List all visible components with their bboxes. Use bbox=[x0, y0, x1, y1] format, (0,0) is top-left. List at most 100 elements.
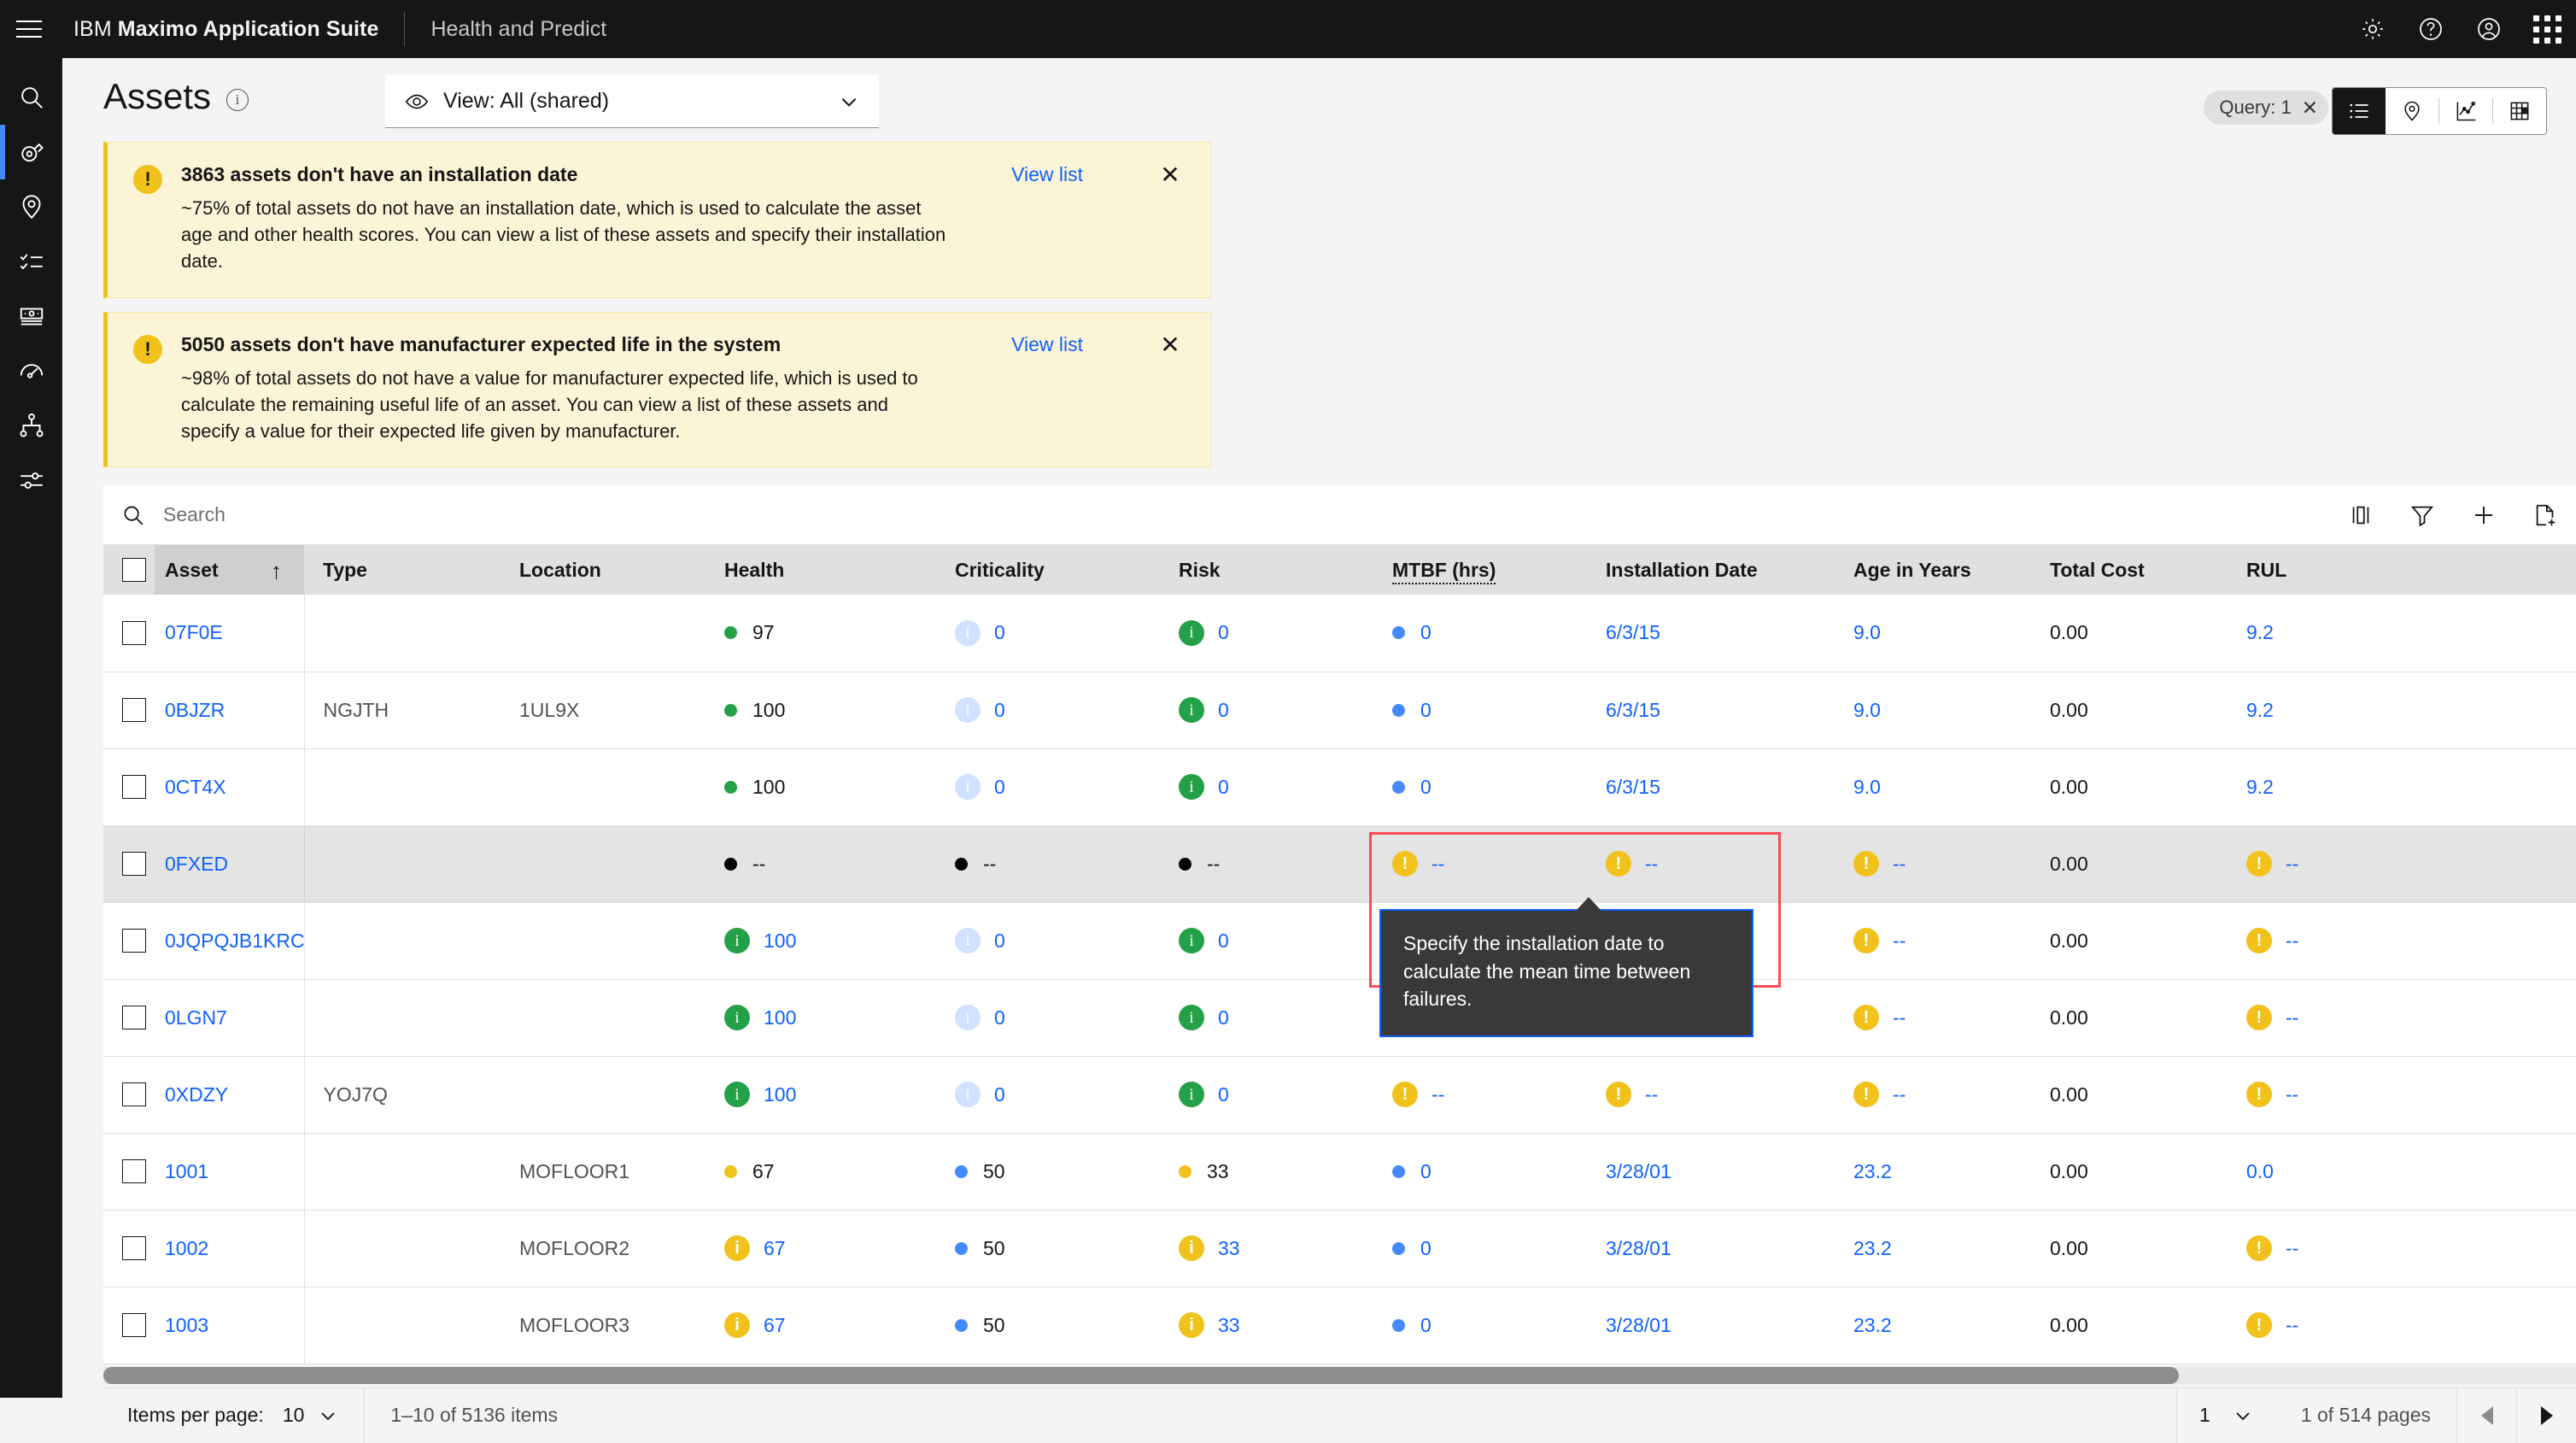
risk-value[interactable]: 0 bbox=[1218, 621, 1229, 644]
criticality-value[interactable]: 0 bbox=[994, 621, 1005, 644]
installation-date-value[interactable]: 6/3/15 bbox=[1606, 699, 1660, 722]
age-warning-icon[interactable]: ! bbox=[1853, 1082, 1879, 1107]
rul-warning-icon[interactable]: ! bbox=[2246, 1082, 2272, 1107]
mtbf-value[interactable]: -- bbox=[1431, 853, 1444, 876]
table-row[interactable]: 1002 MOFLOOR2 i 67 50 i 33 0 3/28/01 23.2 0.00! -- bbox=[103, 1210, 2576, 1288]
user-avatar-icon[interactable] bbox=[2460, 0, 2518, 58]
sidebar-item-search[interactable] bbox=[0, 70, 62, 125]
table-row[interactable]: 0LGN7i100i0i0!--!--!--0.00!-- bbox=[103, 979, 2576, 1057]
table-row[interactable]: 07F0E 97 i 0 i 0 0 6/3/15 9.0 0.00 9.2 bbox=[103, 595, 2576, 672]
table-row[interactable]: 1001 MOFLOOR1 67 50 33 0 3/28/01 23.2 0.00 0.0 bbox=[103, 1133, 2576, 1211]
criticality-info-icon[interactable]: i bbox=[955, 697, 981, 723]
risk-info-icon[interactable]: i bbox=[1179, 619, 1204, 646]
table-row[interactable]: 0CT4X 100 i 0 i 0 0 6/3/15 9.0 0.00 9.2 bbox=[103, 748, 2576, 826]
installation-date-value[interactable]: -- bbox=[1645, 853, 1658, 876]
asset-link[interactable]: 1001 bbox=[165, 1160, 208, 1182]
rul-value[interactable]: 0.0 bbox=[2246, 1160, 2274, 1183]
previous-page-button[interactable] bbox=[2456, 1387, 2516, 1443]
health-value[interactable]: 67 bbox=[764, 1314, 786, 1337]
installation-date-value[interactable]: 3/28/01 bbox=[1606, 1314, 1671, 1337]
health-value[interactable]: 67 bbox=[764, 1237, 786, 1260]
column-header-rul[interactable]: RUL bbox=[2236, 545, 2576, 595]
mtbf-warning-icon[interactable]: ! bbox=[1392, 1082, 1418, 1107]
chart-view-icon[interactable] bbox=[2439, 88, 2492, 134]
age-value[interactable]: 9.0 bbox=[1853, 776, 1881, 799]
column-header-age[interactable]: Age in Years bbox=[1843, 545, 2040, 595]
filter-icon[interactable] bbox=[2392, 485, 2453, 545]
age-warning-icon[interactable]: ! bbox=[1853, 1005, 1879, 1030]
hamburger-menu-icon[interactable] bbox=[0, 0, 58, 58]
risk-info-icon[interactable]: i bbox=[1179, 774, 1204, 800]
asset-link[interactable]: 0XDZY bbox=[165, 1083, 228, 1106]
criticality-value[interactable]: 0 bbox=[994, 1006, 1005, 1029]
risk-info-icon[interactable]: i bbox=[1179, 1005, 1204, 1030]
mtbf-value[interactable]: 0 bbox=[1420, 699, 1431, 722]
risk-value[interactable]: 33 bbox=[1218, 1314, 1240, 1337]
criticality-value[interactable]: 0 bbox=[994, 1083, 1005, 1106]
rul-value[interactable]: -- bbox=[2286, 930, 2298, 953]
rul-warning-icon[interactable]: ! bbox=[2246, 1235, 2272, 1261]
row-checkbox[interactable] bbox=[122, 1082, 146, 1106]
mtbf-value[interactable]: 0 bbox=[1420, 1314, 1431, 1337]
risk-value[interactable]: 0 bbox=[1218, 699, 1229, 722]
age-value[interactable]: 9.0 bbox=[1853, 699, 1881, 722]
risk-info-icon[interactable]: i bbox=[1179, 697, 1204, 723]
column-header-health[interactable]: Health bbox=[714, 545, 945, 595]
health-info-icon[interactable]: i bbox=[724, 1235, 750, 1261]
rul-value[interactable]: -- bbox=[2286, 1237, 2298, 1260]
rul-value[interactable]: 9.2 bbox=[2246, 621, 2274, 644]
age-value[interactable]: 9.0 bbox=[1853, 621, 1881, 644]
installation-date-value[interactable]: -- bbox=[1645, 1083, 1658, 1106]
age-warning-icon[interactable]: ! bbox=[1853, 928, 1879, 953]
view-list-link[interactable]: View list bbox=[1011, 333, 1083, 356]
age-warning-icon[interactable]: ! bbox=[1853, 851, 1879, 877]
mtbf-value[interactable]: 0 bbox=[1420, 1160, 1431, 1183]
installation-date-value[interactable]: 3/28/01 bbox=[1606, 1237, 1671, 1260]
select-all-checkbox[interactable] bbox=[122, 558, 146, 582]
age-value[interactable]: 23.2 bbox=[1853, 1314, 1892, 1337]
items-per-page-select[interactable]: 10 bbox=[283, 1404, 339, 1427]
row-checkbox[interactable] bbox=[122, 1006, 146, 1029]
column-header-installation-date[interactable]: Installation Date bbox=[1595, 545, 1843, 595]
table-row[interactable]: 0JQPQJB1KRCi100i0i0!--!--!--0.00!-- bbox=[103, 902, 2576, 980]
criticality-value[interactable]: 0 bbox=[994, 699, 1005, 722]
age-value[interactable]: -- bbox=[1893, 853, 1906, 876]
rul-value[interactable]: -- bbox=[2286, 1083, 2298, 1106]
sidebar-item-costs[interactable] bbox=[0, 289, 62, 343]
query-chip[interactable]: Query: 1 ✕ bbox=[2204, 91, 2328, 125]
mtbf-value[interactable]: 0 bbox=[1420, 1237, 1431, 1260]
map-view-icon[interactable] bbox=[2386, 88, 2438, 134]
column-header-mtbf[interactable]: MTBF (hrs) bbox=[1382, 545, 1595, 595]
criticality-info-icon[interactable]: i bbox=[955, 619, 981, 646]
rul-warning-icon[interactable]: ! bbox=[2246, 1312, 2272, 1338]
row-checkbox[interactable] bbox=[122, 852, 146, 876]
mtbf-value[interactable]: 0 bbox=[1420, 776, 1431, 799]
installation-date-value[interactable]: 6/3/15 bbox=[1606, 621, 1660, 644]
row-checkbox[interactable] bbox=[122, 698, 146, 722]
rul-value[interactable]: 9.2 bbox=[2246, 699, 2274, 722]
horizontal-scrollbar[interactable] bbox=[103, 1367, 2576, 1384]
health-info-icon[interactable]: i bbox=[724, 1082, 750, 1107]
criticality-info-icon[interactable]: i bbox=[955, 1005, 981, 1030]
asset-link[interactable]: 1003 bbox=[165, 1314, 208, 1336]
age-value[interactable]: -- bbox=[1893, 930, 1906, 953]
rul-value[interactable]: 9.2 bbox=[2246, 776, 2274, 799]
app-switcher-icon[interactable] bbox=[2518, 0, 2576, 58]
column-header-criticality[interactable]: Criticality bbox=[945, 545, 1168, 595]
search-input[interactable] bbox=[163, 503, 2330, 526]
health-value[interactable]: 100 bbox=[764, 930, 796, 953]
sidebar-item-assets[interactable] bbox=[0, 125, 62, 179]
column-header-total-cost[interactable]: Total Cost bbox=[2040, 545, 2236, 595]
criticality-value[interactable]: 0 bbox=[994, 776, 1005, 799]
asset-link[interactable]: 07F0E bbox=[165, 621, 223, 643]
age-value[interactable]: -- bbox=[1893, 1083, 1906, 1106]
risk-info-icon[interactable]: i bbox=[1179, 1082, 1204, 1107]
sidebar-item-meters[interactable] bbox=[0, 343, 62, 398]
sidebar-item-work-orders[interactable] bbox=[0, 234, 62, 289]
age-value[interactable]: 23.2 bbox=[1853, 1237, 1892, 1260]
next-page-button[interactable] bbox=[2516, 1387, 2576, 1443]
table-row[interactable]: 1003 MOFLOOR3 i 67 50 i 33 0 3/28/01 23.2 0.00! -- bbox=[103, 1287, 2576, 1364]
risk-value[interactable]: 0 bbox=[1218, 1083, 1229, 1106]
asset-link[interactable]: 0BJZR bbox=[165, 699, 225, 721]
column-header-risk[interactable]: Risk bbox=[1168, 545, 1382, 595]
